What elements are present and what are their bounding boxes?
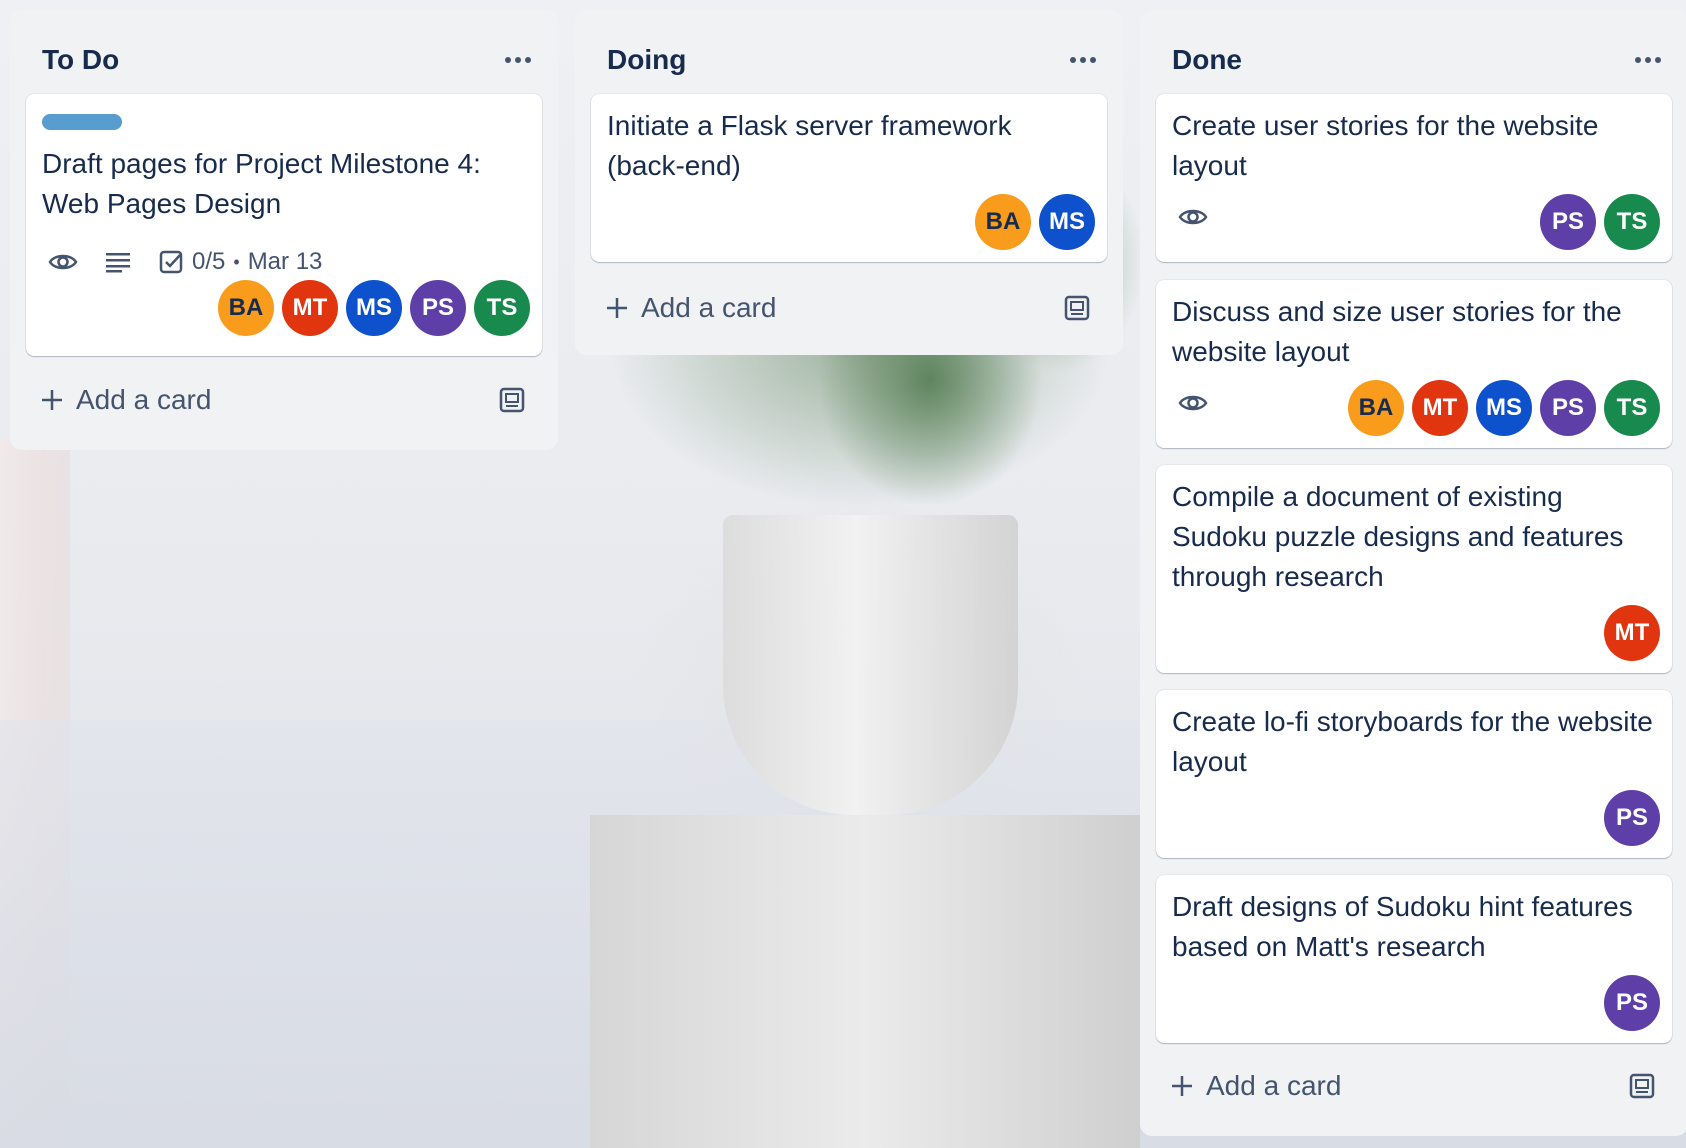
checklist-count: 0/5 — [192, 248, 226, 275]
add-card-button[interactable]: Add a card — [1170, 1070, 1341, 1102]
card-title: Create lo-fi storyboards for the website… — [1172, 706, 1653, 777]
member-avatar-ba[interactable]: BA — [975, 194, 1031, 250]
list-menu-button[interactable] — [1626, 38, 1670, 82]
add-card-row: Add a card — [26, 374, 542, 430]
member-avatar-ms[interactable]: MS — [1039, 194, 1095, 250]
create-from-template-button[interactable] — [1063, 294, 1095, 326]
watch-badge — [48, 251, 78, 273]
add-card-row: Add a card — [591, 282, 1107, 338]
card-title: Initiate a Flask server framework (back-… — [607, 110, 1012, 181]
list-title[interactable]: To Do — [42, 44, 119, 76]
member-avatar-ps[interactable]: PS — [1604, 790, 1660, 846]
watch-badge — [1178, 392, 1208, 414]
card[interactable]: Compile a document of existing Sudoku pu… — [1156, 465, 1672, 673]
card-title: Discuss and size user stories for the we… — [1172, 296, 1622, 367]
member-avatar-ba[interactable]: BA — [1348, 380, 1404, 436]
card-members: BA MS — [975, 194, 1095, 250]
list-header: Doing — [575, 10, 1123, 100]
template-icon — [1064, 295, 1090, 321]
card-members: PS TS — [1540, 194, 1660, 250]
eye-icon — [1178, 395, 1208, 411]
badge-separator: • — [233, 251, 240, 272]
description-badge — [104, 251, 132, 273]
add-card-button[interactable]: Add a card — [40, 384, 211, 416]
plus-icon — [42, 390, 62, 410]
checklist-icon — [159, 250, 183, 274]
member-avatar-ts[interactable]: TS — [1604, 194, 1660, 250]
card-title: Draft pages for Project Milestone 4: Web… — [42, 148, 481, 219]
member-avatar-ba[interactable]: BA — [218, 280, 274, 336]
add-card-label: Add a card — [76, 384, 212, 415]
more-icon — [505, 57, 531, 63]
list-done: Done Create user stories for the website… — [1140, 10, 1686, 1136]
more-icon — [1070, 57, 1096, 63]
member-avatar-ps[interactable]: PS — [1604, 975, 1660, 1031]
member-avatar-ts[interactable]: TS — [474, 280, 530, 336]
list-menu-button[interactable] — [496, 38, 540, 82]
member-avatar-ps[interactable]: PS — [1540, 380, 1596, 436]
eye-icon — [48, 254, 78, 270]
checklist-badge: 0/5 • Mar 13 — [158, 248, 322, 276]
card-label[interactable] — [42, 114, 122, 130]
due-date: Mar 13 — [247, 248, 323, 275]
watch-badge — [1178, 206, 1208, 228]
plus-icon — [1172, 1076, 1192, 1096]
member-avatar-ms[interactable]: MS — [346, 280, 402, 336]
list-header: Done — [1140, 10, 1686, 100]
create-from-template-button[interactable] — [1628, 1072, 1660, 1104]
card-members: BA MT MS PS TS — [1348, 380, 1660, 436]
plus-icon — [607, 298, 627, 318]
card[interactable]: Initiate a Flask server framework (back-… — [591, 94, 1107, 262]
card-members: BA MT MS PS TS — [218, 280, 530, 336]
card[interactable]: Draft designs of Sudoku hint features ba… — [1156, 875, 1672, 1043]
list-title[interactable]: Doing — [607, 44, 686, 76]
background-pot — [723, 515, 1018, 815]
card-badges: 0/5 • Mar 13 — [48, 248, 322, 276]
list-title[interactable]: Done — [1172, 44, 1242, 76]
card-title: Create user stories for the website layo… — [1172, 110, 1599, 181]
background-pedestal — [590, 815, 1140, 1148]
card[interactable]: Create lo-fi storyboards for the website… — [1156, 690, 1672, 858]
card-members: PS — [1604, 975, 1660, 1031]
list-doing: Doing Initiate a Flask server framework … — [575, 10, 1123, 355]
template-icon — [499, 387, 525, 413]
add-card-row: Add a card — [1156, 1060, 1672, 1116]
list-header: To Do — [10, 10, 558, 100]
member-avatar-ps[interactable]: PS — [410, 280, 466, 336]
member-avatar-ps[interactable]: PS — [1540, 194, 1596, 250]
more-icon — [1635, 57, 1661, 63]
card[interactable]: Create user stories for the website layo… — [1156, 94, 1672, 262]
description-icon — [106, 253, 130, 273]
card-title: Compile a document of existing Sudoku pu… — [1172, 481, 1624, 592]
list-to-do: To Do Draft pages for Project Milestone … — [10, 10, 558, 450]
member-avatar-mt[interactable]: MT — [1412, 380, 1468, 436]
eye-icon — [1178, 209, 1208, 225]
list-menu-button[interactable] — [1061, 38, 1105, 82]
member-avatar-ms[interactable]: MS — [1476, 380, 1532, 436]
create-from-template-button[interactable] — [498, 386, 530, 418]
card-members: MT — [1604, 605, 1660, 661]
card-members: PS — [1604, 790, 1660, 846]
template-icon — [1629, 1073, 1655, 1099]
card-badges — [1178, 392, 1208, 414]
card[interactable]: Discuss and size user stories for the we… — [1156, 280, 1672, 448]
member-avatar-mt[interactable]: MT — [1604, 605, 1660, 661]
add-card-label: Add a card — [641, 292, 777, 323]
member-avatar-ts[interactable]: TS — [1604, 380, 1660, 436]
add-card-button[interactable]: Add a card — [605, 292, 776, 324]
add-card-label: Add a card — [1206, 1070, 1342, 1101]
card[interactable]: Draft pages for Project Milestone 4: Web… — [26, 94, 542, 356]
card-title: Draft designs of Sudoku hint features ba… — [1172, 891, 1633, 962]
member-avatar-mt[interactable]: MT — [282, 280, 338, 336]
card-badges — [1178, 206, 1208, 228]
